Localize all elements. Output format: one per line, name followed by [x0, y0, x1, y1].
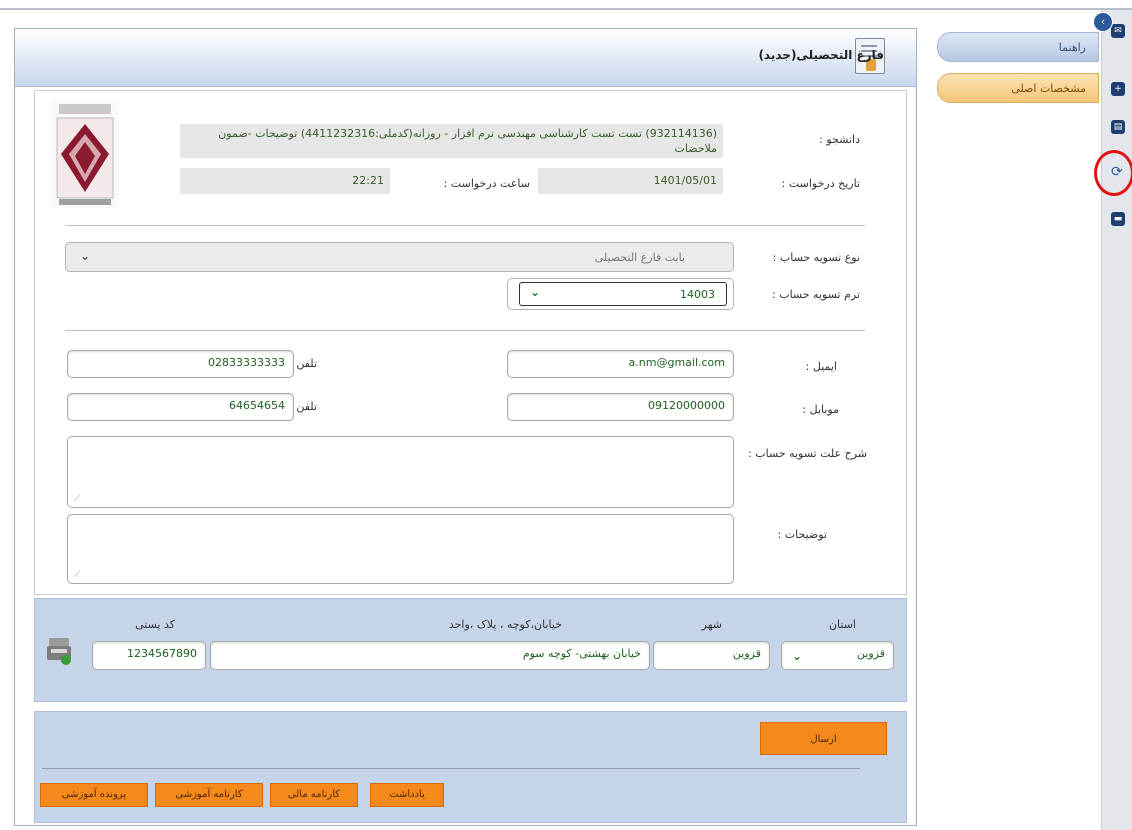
- education-file-button[interactable]: پرونده آموزشی: [40, 783, 148, 807]
- notes-textarea[interactable]: ⟋: [67, 514, 734, 584]
- resize-grip-icon[interactable]: ⟋: [74, 494, 80, 504]
- send-button[interactable]: ارسال: [760, 722, 887, 755]
- top-border: [0, 8, 1132, 10]
- collapse-icon[interactable]: ‹: [1093, 12, 1113, 32]
- student-value: (932114136) تست تست کارشناسی مهندسی نرم …: [180, 124, 723, 158]
- chevron-down-icon: ⌄: [530, 285, 541, 299]
- street-label: خیابان،کوچه ، پلاک ،واحد: [448, 618, 562, 631]
- card-icon[interactable]: ▬: [1111, 212, 1125, 226]
- city-field[interactable]: قزوین: [653, 641, 770, 670]
- request-date-label: تاریخ درخواست :: [781, 177, 860, 190]
- right-icon-rail: ✉ + ▤ ▬: [1101, 10, 1132, 830]
- tab-main-info[interactable]: مشخصات اصلی: [937, 73, 1099, 103]
- postal-code-field[interactable]: 1234567890: [92, 641, 206, 670]
- phone-field[interactable]: 02833333333: [67, 350, 294, 378]
- education-report-button[interactable]: کارنامه آموزشی: [155, 783, 263, 807]
- financial-report-button[interactable]: کارنامه مالی: [270, 783, 358, 807]
- notes-label: توضیحات :: [777, 528, 827, 541]
- highlight-circle: [1094, 150, 1132, 196]
- street-field[interactable]: خیابان بهشتی- کوچه سوم: [210, 641, 650, 670]
- postal-code-label: کد پستی: [135, 618, 175, 631]
- email-label: ایمیل :: [805, 360, 837, 373]
- settlement-term-select[interactable]: ⌄ 14003: [507, 278, 734, 310]
- city-label: شهر: [701, 618, 722, 631]
- mailbox-icon: [44, 634, 74, 666]
- settlement-reason-label: شرح علت تسویه حساب :: [748, 447, 867, 460]
- divider: [42, 768, 860, 769]
- university-logo: [51, 100, 119, 208]
- request-time-value: 22:21: [180, 168, 390, 194]
- tab-guide[interactable]: راهنما: [937, 32, 1099, 62]
- settlement-type-select[interactable]: ⌄ بابت فارغ التحصیلی: [65, 242, 734, 272]
- student-label: دانشجو :: [819, 133, 860, 146]
- province-select[interactable]: ⌄ قزوین: [781, 641, 894, 670]
- settlement-term-value: 14003: [680, 288, 715, 301]
- chevron-down-icon: ⌄: [80, 249, 91, 263]
- document-icon[interactable]: ▤: [1111, 120, 1125, 134]
- settlement-term-label: ترم تسویه حساب :: [772, 288, 860, 301]
- chevron-down-icon: ⌄: [792, 649, 803, 663]
- settlement-type-value: بابت فارغ التحصیلی: [594, 251, 685, 264]
- plus-icon[interactable]: +: [1111, 82, 1125, 96]
- email-field[interactable]: a.nm@gmail.com: [507, 350, 734, 378]
- divider: [65, 330, 865, 331]
- request-time-label: ساعت درخواست :: [443, 177, 530, 190]
- mobile-field[interactable]: 09120000000: [507, 393, 734, 421]
- page-title: فارغ التحصیلی(جدید): [758, 48, 884, 62]
- settlement-type-label: نوع تسویه حساب :: [772, 251, 860, 264]
- province-value: قزوین: [856, 647, 885, 660]
- divider: [65, 225, 865, 226]
- request-date-value: 1401/05/01: [538, 168, 723, 194]
- settlement-reason-textarea[interactable]: ⟋: [67, 436, 734, 508]
- province-label: استان: [828, 618, 856, 631]
- emergency-phone-field[interactable]: 64654654: [67, 393, 294, 421]
- mail-icon[interactable]: ✉: [1111, 24, 1125, 38]
- resize-grip-icon[interactable]: ⟋: [74, 570, 80, 580]
- mobile-label: موبایل :: [802, 403, 839, 416]
- note-button[interactable]: یادداشت: [370, 783, 444, 807]
